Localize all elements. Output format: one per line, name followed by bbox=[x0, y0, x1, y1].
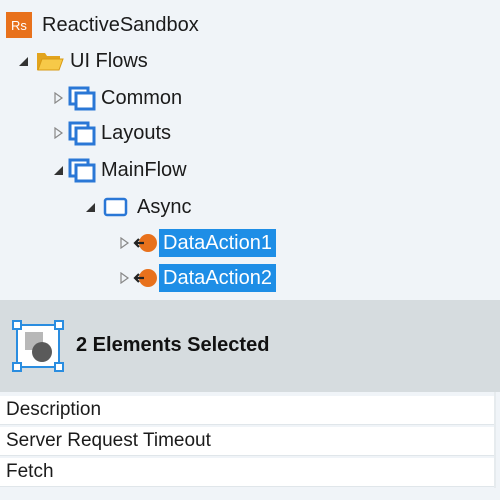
multi-selection-icon bbox=[12, 320, 64, 377]
folder-open-icon bbox=[36, 50, 64, 72]
property-row-server-request-timeout[interactable]: Server Request Timeout bbox=[0, 427, 494, 456]
collapsed-triangle-icon[interactable] bbox=[51, 126, 65, 140]
properties-grid: Description Server Request Timeout Fetch bbox=[0, 392, 500, 500]
tree-item-label: Async bbox=[137, 196, 192, 218]
tree-item-dataaction1[interactable]: DataAction1 bbox=[117, 228, 276, 258]
ui-flow-icon bbox=[67, 120, 97, 146]
property-row-fetch[interactable]: Fetch bbox=[0, 458, 494, 487]
property-column-divider bbox=[494, 392, 496, 488]
ui-flow-icon bbox=[67, 157, 97, 183]
collapsed-triangle-icon[interactable] bbox=[117, 236, 131, 250]
tree-item-dataaction2[interactable]: DataAction2 bbox=[117, 263, 276, 293]
tree-item-async[interactable]: Async bbox=[83, 192, 195, 222]
tree-item-label: Layouts bbox=[101, 122, 172, 144]
module-badge: Rs bbox=[6, 12, 32, 38]
expanded-triangle-icon[interactable] bbox=[51, 163, 65, 177]
tree-item-label: Common bbox=[101, 87, 183, 109]
tree-item-label: DataAction1 bbox=[159, 229, 276, 257]
collapsed-triangle-icon[interactable] bbox=[117, 271, 131, 285]
tree-item-reactivesandbox[interactable]: Rs ReactiveSandbox bbox=[6, 10, 203, 40]
tree-item-label: MainFlow bbox=[101, 159, 187, 181]
screen-icon bbox=[103, 196, 129, 218]
property-label: Server Request Timeout bbox=[6, 430, 211, 451]
tree-item-label: UI Flows bbox=[70, 50, 148, 72]
tree-item-ui-flows[interactable]: UI Flows bbox=[16, 46, 152, 76]
property-label: Description bbox=[6, 399, 102, 420]
data-action-icon bbox=[133, 231, 159, 255]
selection-count-title: 2 Elements Selected bbox=[76, 334, 270, 356]
tree-item-label: DataAction2 bbox=[159, 264, 276, 292]
property-label: Fetch bbox=[6, 461, 54, 482]
tree-item-label: ReactiveSandbox bbox=[42, 14, 199, 36]
ui-flow-icon bbox=[67, 85, 97, 111]
expanded-triangle-icon[interactable] bbox=[83, 200, 97, 214]
tree-item-common[interactable]: Common bbox=[51, 83, 186, 113]
property-row-description[interactable]: Description bbox=[0, 396, 494, 425]
expanded-triangle-icon[interactable] bbox=[16, 54, 30, 68]
tree-item-mainflow[interactable]: MainFlow bbox=[51, 155, 191, 185]
data-action-icon bbox=[133, 266, 159, 290]
tree-item-layouts[interactable]: Layouts bbox=[51, 118, 175, 148]
module-tree: Rs ReactiveSandbox UI Flows Common Layou… bbox=[0, 0, 500, 300]
collapsed-triangle-icon[interactable] bbox=[51, 91, 65, 105]
